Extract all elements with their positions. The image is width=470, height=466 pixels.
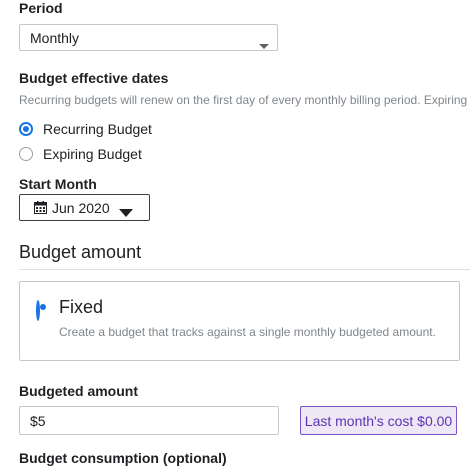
- fixed-help: Create a budget that tracks against a si…: [59, 325, 436, 339]
- period-select-value: Monthly: [30, 29, 80, 46]
- radio-fixed-checked-icon[interactable]: [36, 300, 40, 321]
- radio-expiring-budget[interactable]: Expiring Budget: [19, 146, 142, 162]
- budgeted-amount-label: Budgeted amount: [19, 383, 138, 399]
- start-month-label: Start Month: [19, 176, 97, 192]
- caret-down-icon: [119, 204, 133, 220]
- calendar-icon: [34, 201, 47, 214]
- fixed-label: Fixed: [59, 297, 104, 317]
- fixed-option-card[interactable]: Fixed Create a budget that tracks agains…: [19, 281, 460, 361]
- start-month-button[interactable]: Jun 2020: [19, 194, 150, 221]
- budget-consumption-title: Budget consumption (optional): [19, 450, 227, 466]
- effective-dates-label: Budget effective dates: [19, 70, 169, 86]
- budgeted-amount-input[interactable]: [19, 406, 279, 435]
- radio-checked-icon[interactable]: [19, 122, 33, 136]
- radio-unchecked-icon[interactable]: [19, 147, 33, 161]
- effective-dates-help: Recurring budgets will renew on the firs…: [19, 93, 468, 107]
- chevron-down-icon: [259, 36, 269, 52]
- radio-recurring-budget[interactable]: Recurring Budget: [19, 121, 152, 137]
- section-divider: [19, 269, 470, 270]
- radio-expiring-label: Expiring Budget: [43, 146, 142, 162]
- start-month-value: Jun 2020: [52, 199, 110, 216]
- budget-amount-title: Budget amount: [19, 242, 142, 262]
- period-label: Period: [19, 0, 63, 16]
- last-month-cost-button[interactable]: Last month's cost $0.00: [300, 406, 457, 435]
- period-select[interactable]: Monthly: [19, 24, 278, 51]
- radio-recurring-label: Recurring Budget: [43, 121, 152, 137]
